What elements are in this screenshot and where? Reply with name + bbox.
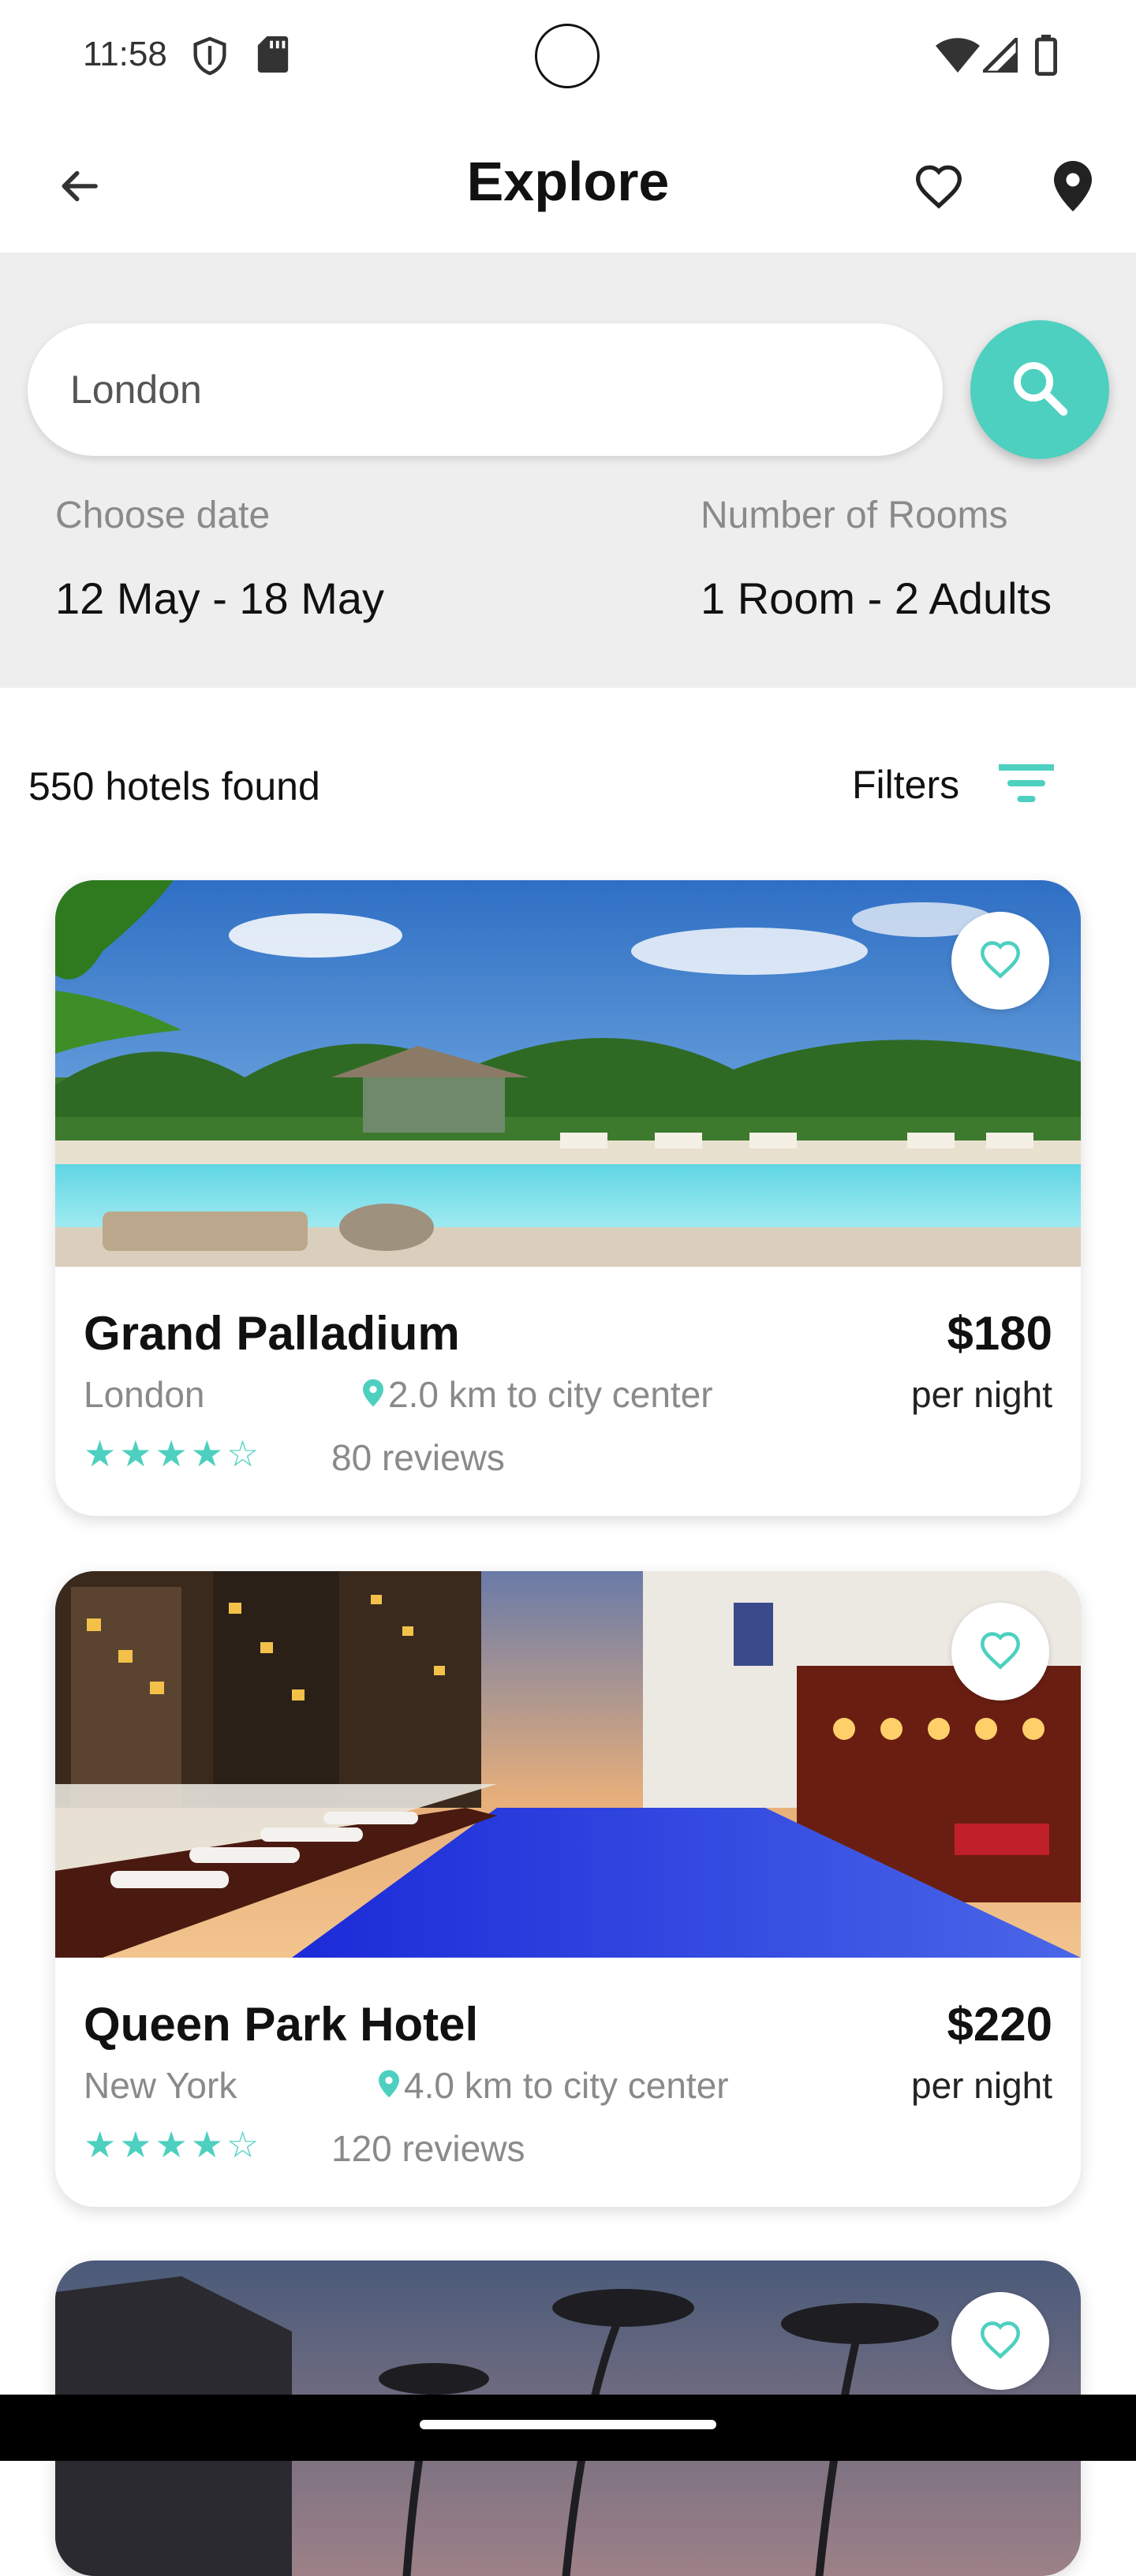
app-bar: Explore: [0, 118, 1136, 252]
heart-outline-icon: [978, 1630, 1022, 1674]
distance-text: 4.0 km to city center: [404, 2065, 729, 2106]
search-panel: Choose date 12 May - 18 May Number of Ro…: [0, 252, 1136, 688]
date-value: 12 May - 18 May: [55, 573, 385, 623]
rooms-label: Number of Rooms: [701, 495, 1008, 536]
search-input[interactable]: [28, 323, 943, 456]
favorite-button[interactable]: [951, 912, 1049, 1010]
favorite-button[interactable]: [951, 2292, 1049, 2390]
search-icon: [1010, 358, 1070, 422]
review-count: 120 reviews: [331, 2128, 525, 2169]
heart-outline-icon: [914, 163, 964, 213]
hotel-distance: 4.0 km to city center: [379, 2064, 729, 2107]
per-night-label: per night: [910, 1374, 1052, 1415]
home-indicator[interactable]: [420, 2420, 716, 2429]
hotel-name: Grand Palladium: [84, 1307, 460, 1360]
hotel-card[interactable]: Queen Park Hotel $220 New York 4.0 km to…: [55, 1571, 1081, 2207]
hotel-image: [55, 1571, 1081, 1958]
status-time: 11:58: [83, 35, 167, 73]
hotel-city: New York: [84, 2065, 237, 2106]
favorite-button[interactable]: [951, 1603, 1049, 1701]
favorites-button[interactable]: [907, 156, 970, 219]
rooms-value: 1 Room - 2 Adults: [701, 573, 1052, 623]
star-rating: ★★★★☆: [84, 1433, 263, 1474]
filter-icon: [996, 763, 1058, 807]
sd-card-icon: [257, 36, 289, 77]
location-pin-icon: [363, 1373, 383, 1416]
filters-button[interactable]: Filters: [852, 749, 1058, 820]
review-count: 80 reviews: [331, 1437, 505, 1478]
signal-icon: [978, 33, 1020, 77]
heart-outline-icon: [978, 2320, 1022, 2363]
hotel-distance: 2.0 km to city center: [363, 1373, 713, 1416]
shield-icon: [192, 36, 227, 80]
hotel-image: [55, 880, 1081, 1267]
camera-cutout: [535, 24, 600, 88]
star-rating: ★★★★☆: [84, 2124, 263, 2165]
battery-icon: [1035, 35, 1058, 80]
location-pin-icon: [379, 2064, 399, 2107]
hotel-name: Queen Park Hotel: [84, 1998, 479, 2051]
wifi-icon: [936, 38, 980, 77]
per-night-label: per night: [910, 2065, 1052, 2106]
location-pin-icon: [1054, 160, 1092, 215]
filters-label: Filters: [852, 763, 960, 807]
hotel-city: London: [84, 1374, 205, 1415]
gesture-nav-bar: [0, 2395, 1136, 2461]
search-button[interactable]: [970, 320, 1109, 459]
map-button[interactable]: [1041, 156, 1104, 219]
heart-outline-icon: [978, 939, 1022, 983]
date-label: Choose date: [55, 495, 271, 536]
hotel-price: $220: [947, 1998, 1052, 2051]
hotel-price: $180: [947, 1307, 1052, 1360]
distance-text: 2.0 km to city center: [388, 1374, 713, 1415]
status-bar: 11:58: [0, 0, 1136, 118]
results-count: 550 hotels found: [28, 764, 320, 808]
hotel-card[interactable]: Grand Palladium $180 London 2.0 km to ci…: [55, 880, 1081, 1516]
